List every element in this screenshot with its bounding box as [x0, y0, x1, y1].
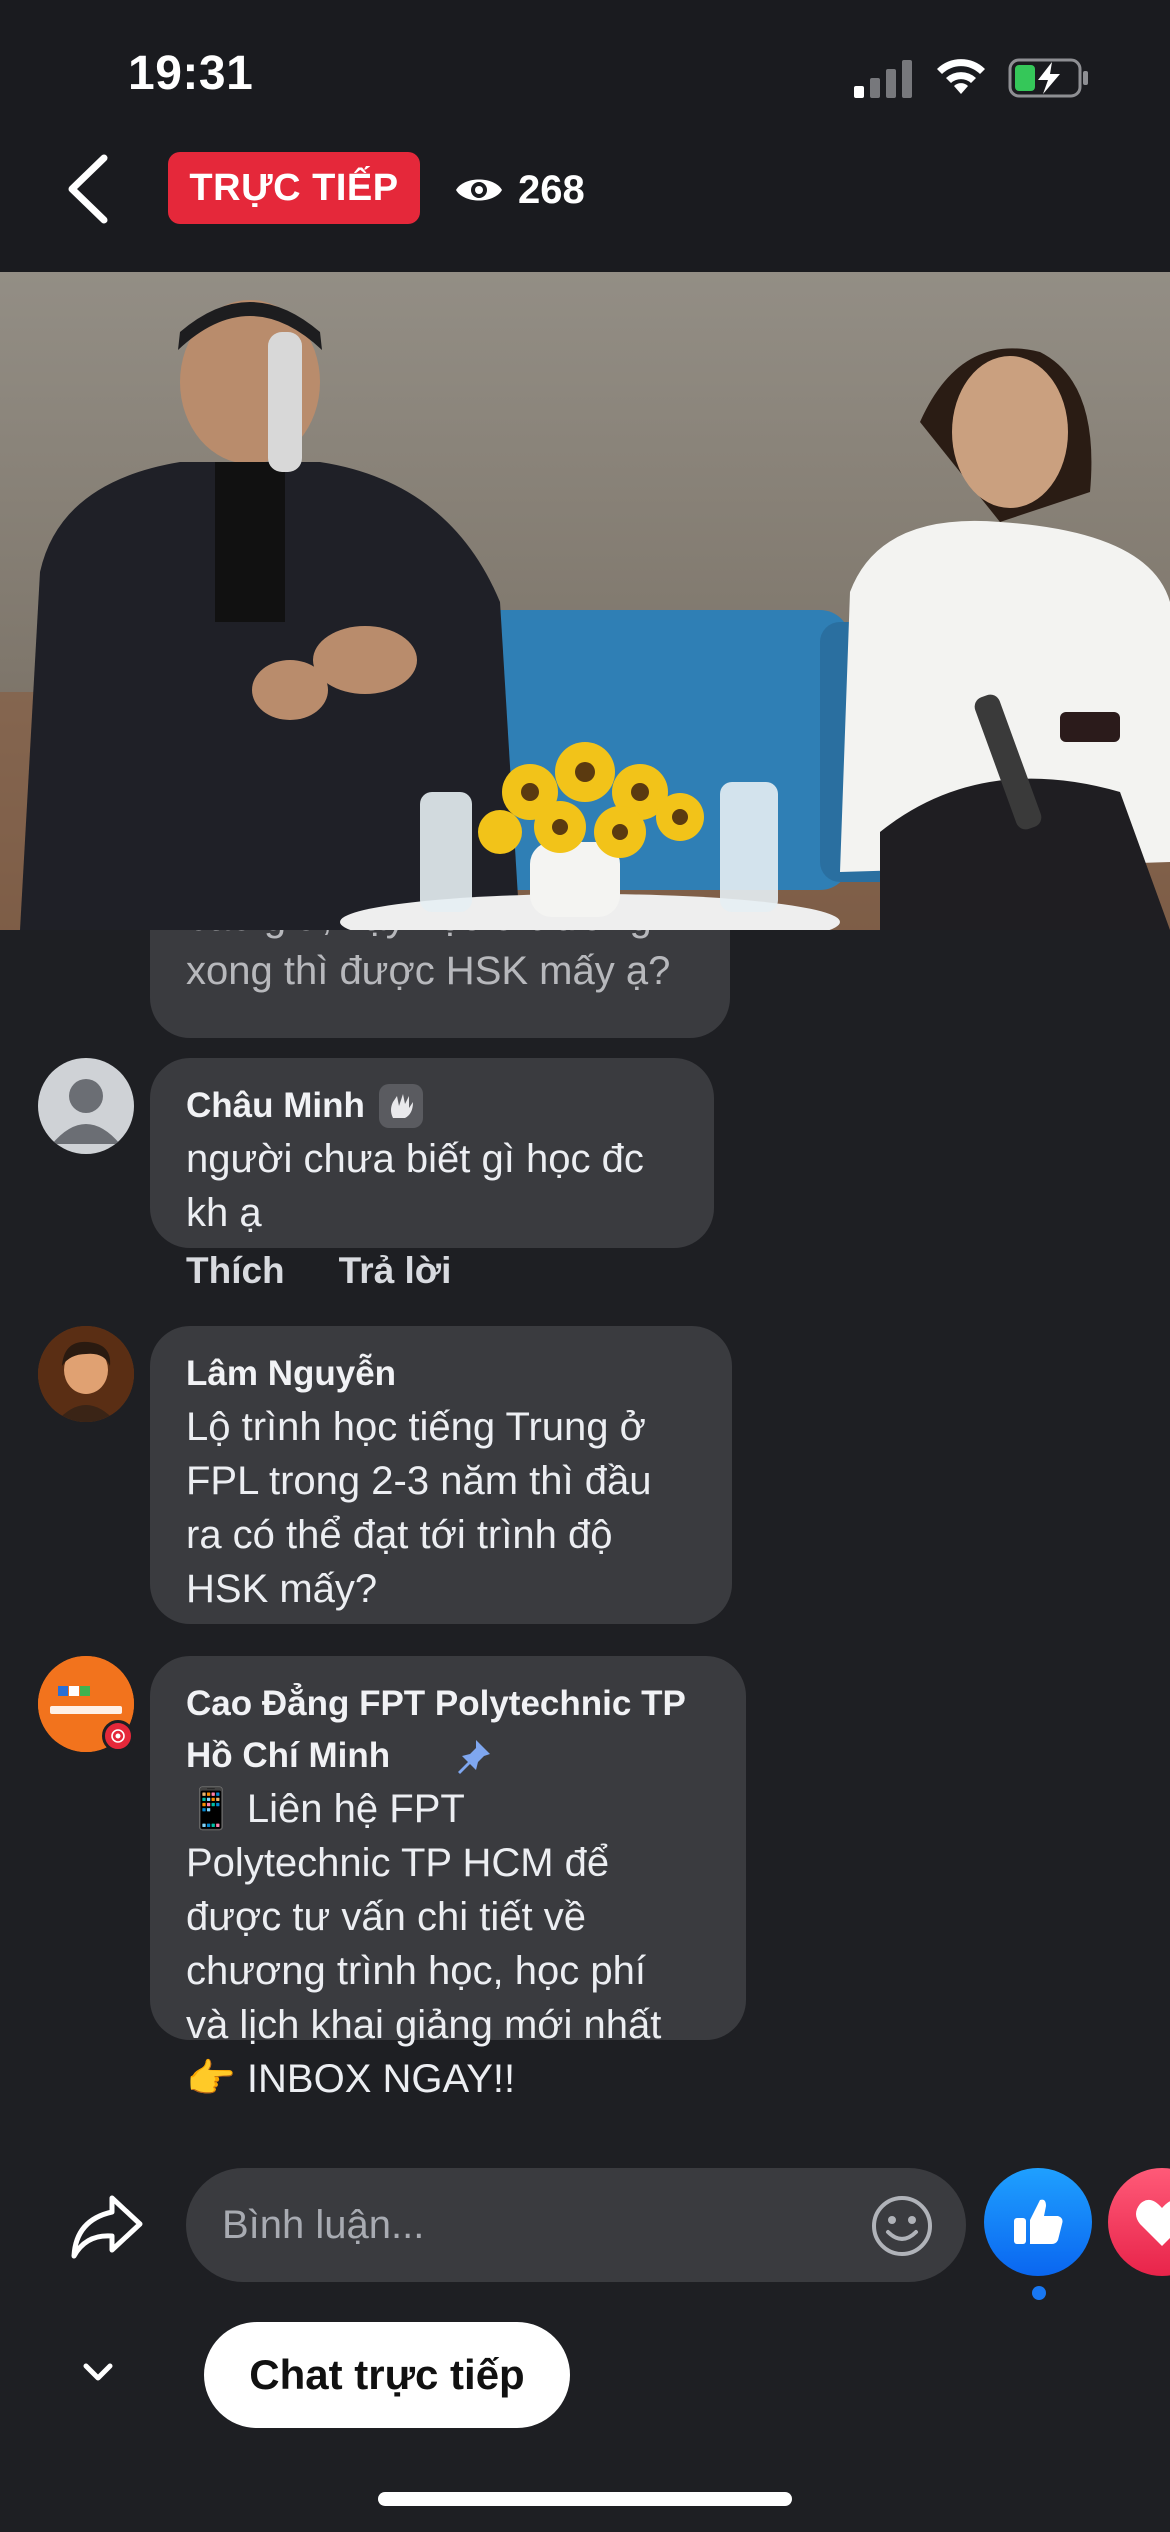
share-icon[interactable] — [68, 2192, 144, 2262]
live-indicator-icon — [102, 1720, 134, 1752]
home-indicator — [378, 2492, 792, 2506]
comment-input[interactable]: Bình luận... — [186, 2168, 966, 2282]
like-comment-button[interactable]: Thích — [186, 1250, 285, 1292]
like-indicator-dot — [1032, 2286, 1046, 2300]
comment-bubble: Cao Đẳng FPT Polytechnic TP Hồ Chí Minh … — [150, 1656, 746, 2101]
comment-actions: Thích Trả lời — [186, 1250, 451, 1292]
default-avatar-icon — [52, 1079, 120, 1144]
cellular-signal-icon — [854, 60, 912, 98]
thumbs-up-icon — [1014, 2199, 1063, 2244]
avatar[interactable] — [38, 1326, 134, 1422]
reply-comment-button[interactable]: Trả lời — [339, 1250, 452, 1292]
commenter-name[interactable]: Châu Minh — [186, 1080, 365, 1132]
eye-icon — [456, 179, 502, 201]
status-time: 19:31 — [128, 47, 254, 100]
wave-icon — [378, 1084, 423, 1128]
pin-icon — [458, 1740, 490, 1774]
comment-list[interactable]: bao giờ, vậy học ở trường xong thì được … — [0, 930, 1170, 2130]
viewer-count-value: 268 — [518, 167, 585, 212]
comment-bubble: Châu Minh người chưa biết gì học đc kh ạ — [150, 1058, 714, 1248]
back-arrow-icon[interactable] — [60, 152, 120, 226]
heart-icon — [1136, 2199, 1170, 2246]
comment-text: bao giờ, vậy học ở trường xong thì được … — [186, 930, 671, 993]
cartoon-avatar-icon — [38, 1326, 134, 1422]
comment-bubble: bao giờ, vậy học ở trường xong thì được … — [150, 930, 730, 1038]
comment-text: 📱 Liên hệ FPT Polytechnic TP HCM để được… — [186, 1787, 662, 2101]
top-bar: 19:31 TRỰC TIẾP 268 — [0, 0, 1170, 272]
live-badge: TRỰC TIẾP — [168, 152, 420, 224]
comment-composer: Bình luận... Chat trực tiếp — [0, 2130, 1170, 2532]
love-reaction-button[interactable] — [1108, 2168, 1170, 2276]
chat-live-button[interactable]: Chat trực tiếp — [204, 2322, 570, 2428]
commenter-name[interactable]: Cao Đẳng FPT Polytechnic TP Hồ Chí Minh — [186, 1678, 710, 1782]
video-frame — [0, 272, 1170, 930]
viewer-count: 268 — [454, 160, 585, 220]
emoji-icon[interactable] — [870, 2194, 934, 2258]
like-reaction-button[interactable] — [984, 2168, 1092, 2276]
page-avatar[interactable] — [38, 1656, 134, 1752]
comment-placeholder: Bình luận... — [222, 2202, 425, 2247]
chevron-down-icon[interactable] — [80, 2360, 116, 2384]
commenter-name[interactable]: Lâm Nguyễn — [186, 1348, 696, 1400]
battery-charging-icon — [1008, 58, 1088, 98]
avatar[interactable] — [38, 1058, 134, 1154]
live-video[interactable] — [0, 272, 1170, 930]
comment-text: Lộ trình học tiếng Trung ở FPL trong 2-3… — [186, 1405, 652, 1611]
wifi-icon — [937, 59, 985, 94]
comment-text: người chưa biết gì học đc kh ạ — [186, 1137, 644, 1235]
comment-bubble: Lâm Nguyễn Lộ trình học tiếng Trung ở FP… — [150, 1326, 732, 1624]
